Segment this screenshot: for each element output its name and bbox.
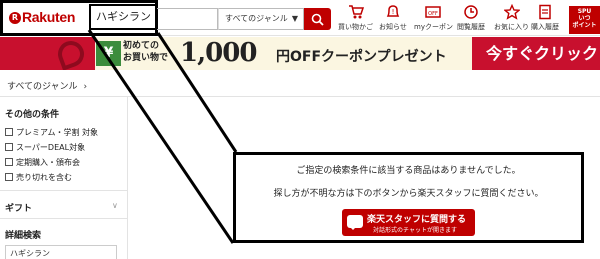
ask-staff-sublabel: 対話形式のチャットが開きます (373, 227, 457, 234)
help-text: 探し方が不明な方は下のボタンから楽天スタッフに質問ください。 (273, 189, 544, 199)
ask-staff-label: 楽天スタッフに質問する (367, 215, 467, 225)
ask-staff-button[interactable]: 楽天スタッフに質問する 対話形式のチャットが開きます (342, 209, 475, 236)
no-results-text: ご指定の検索条件に該当する商品はありませんでした。 (296, 166, 521, 176)
chat-bubble-icon (347, 215, 363, 230)
no-results-message-box: ご指定の検索条件に該当する商品はありませんでした。 探し方が不明な方は下のボタン… (233, 152, 584, 243)
